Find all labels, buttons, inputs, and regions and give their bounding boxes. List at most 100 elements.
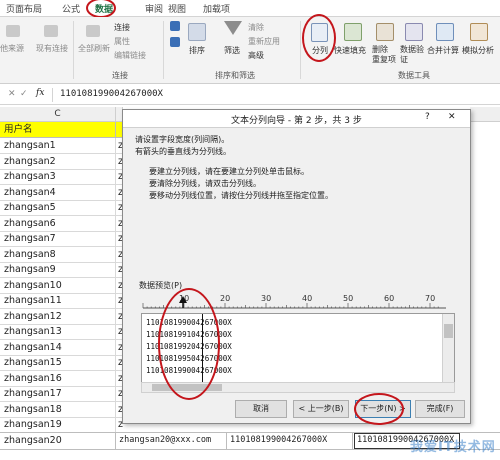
tab-data[interactable]: 数据 <box>95 2 113 15</box>
clear-button[interactable]: 清除 <box>248 22 264 33</box>
group-divider <box>73 21 74 79</box>
cell-email[interactable]: zhangsan20@xxx.com <box>119 433 211 448</box>
cell-username[interactable]: zhangsan17 <box>4 386 62 401</box>
table-row: zhangsan14 z <box>0 339 123 356</box>
scrollbar-thumb[interactable] <box>444 324 453 338</box>
cell-username[interactable]: zhangsan14 <box>4 340 62 355</box>
cell-username[interactable]: zhangsan19 <box>4 417 62 432</box>
cell-username[interactable]: zhangsan16 <box>4 371 62 386</box>
cancel-icon[interactable]: ✕ <box>8 89 16 99</box>
cell-username[interactable]: zhangsan6 <box>4 216 56 231</box>
cell-username[interactable]: zhangsan2 <box>4 154 56 169</box>
cell-border <box>115 433 116 449</box>
other-sources-icon <box>6 25 20 37</box>
cell-username[interactable]: zhangsan12 <box>4 309 62 324</box>
tab-page-layout[interactable]: 页面布局 <box>6 2 42 15</box>
column-header-c[interactable]: C <box>0 107 116 122</box>
header-cell-username[interactable]: 用户名 <box>0 122 116 138</box>
cell-username[interactable]: zhangsan7 <box>4 231 56 246</box>
cell-username[interactable]: zhangsan4 <box>4 185 56 200</box>
cell-username[interactable]: zhangsan5 <box>4 200 56 215</box>
text-to-columns-icon <box>311 23 328 42</box>
table-row: zhangsan11 z <box>0 293 123 309</box>
table-row: zhangsan2 z <box>0 153 123 170</box>
column-break-line[interactable] <box>202 314 203 382</box>
preview-line: 110108199504267000X <box>146 354 232 363</box>
cell-border <box>115 324 116 339</box>
cancel-button[interactable]: 取消 <box>235 400 287 418</box>
cell-border <box>115 277 116 293</box>
cell-border <box>352 433 353 449</box>
header-cell-text: 用户名 <box>4 124 33 135</box>
data-validation-icon <box>405 23 423 41</box>
consolidate-button[interactable]: 合并计算 <box>427 45 459 56</box>
back-button[interactable]: < 上一步(B) <box>293 400 349 418</box>
column-header-right[interactable] <box>470 107 500 122</box>
cell-id[interactable]: 110108199004267000X <box>230 433 327 448</box>
scrollbar-thumb[interactable] <box>152 384 222 391</box>
column-ruler[interactable]: 10203040506070 <box>141 293 451 311</box>
existing-connections-label[interactable]: 现有连接 <box>36 43 68 54</box>
cell-border <box>115 355 116 370</box>
remove-duplicates-icon <box>376 23 394 41</box>
text-to-columns-button[interactable]: 分列 <box>312 45 328 56</box>
cell-username[interactable]: zhangsan18 <box>4 402 62 417</box>
advanced-button[interactable]: 高级 <box>248 50 264 61</box>
what-if-analysis-button[interactable]: 模拟分析 <box>462 45 494 56</box>
next-button[interactable]: 下一步(N) > <box>355 400 411 418</box>
data-validation-button[interactable]: 数据验 证 <box>400 45 424 65</box>
preview-label: 数据预览(P) <box>139 281 183 290</box>
tip-create-break: 要建立分列线，请在要建立分列处单击鼠标。 <box>149 167 309 176</box>
cell-username[interactable]: zhangsan13 <box>4 324 62 339</box>
cell-border <box>115 401 116 417</box>
ruler-label: 60 <box>384 294 394 303</box>
cell-username[interactable]: zhangsan1 <box>4 138 56 153</box>
cell-username[interactable]: zhangsan9 <box>4 262 56 277</box>
flash-fill-button[interactable]: 快速填充 <box>334 45 366 56</box>
cell-border <box>115 215 116 231</box>
sort-button[interactable]: 排序 <box>189 45 205 56</box>
enter-icon[interactable]: ✓ <box>20 89 28 99</box>
preview-line: 110108199104267000X <box>146 330 232 339</box>
refresh-all-button[interactable]: 全部刷新 <box>78 43 110 54</box>
formula-input[interactable]: 110108199004267000X <box>60 89 163 99</box>
finish-button[interactable]: 完成(F) <box>415 400 465 418</box>
cell-username[interactable]: zhangsan3 <box>4 169 56 184</box>
close-icon[interactable]: ✕ <box>448 112 456 122</box>
table-row: zhangsan4 z <box>0 184 123 201</box>
table-row: zhangsan18 z <box>0 401 123 418</box>
filter-button[interactable]: 筛选 <box>224 45 240 56</box>
cell-username[interactable]: zhangsan15 <box>4 355 62 370</box>
tab-addins[interactable]: 加载项 <box>203 2 230 15</box>
other-sources-label[interactable]: 他来源 <box>0 43 24 54</box>
properties-button[interactable]: 属性 <box>114 36 130 47</box>
sort-az-icon[interactable] <box>170 21 180 31</box>
ruler-label: 70 <box>425 294 435 303</box>
cell-username[interactable]: zhangsan11 <box>4 293 62 308</box>
cell-username[interactable]: zhangsan10 <box>4 278 62 293</box>
text-import-wizard-dialog: 文本分列向导 - 第 2 步，共 3 步 ? ✕ 请设置字段宽度(列间隔)。 有… <box>122 109 471 424</box>
data-preview-box[interactable]: 110108199004267000X 110108199104267000X 11… <box>141 313 455 383</box>
sort-icon <box>188 23 206 41</box>
help-icon[interactable]: ? <box>425 112 430 122</box>
tab-review[interactable]: 审阅 <box>145 2 163 15</box>
remove-duplicates-button[interactable]: 删除 重复项 <box>372 45 396 65</box>
tab-view[interactable]: 视图 <box>168 2 186 15</box>
reapply-button[interactable]: 重新应用 <box>248 36 280 47</box>
sort-za-icon[interactable] <box>170 37 180 47</box>
cell-username[interactable]: zhangsan8 <box>4 247 56 262</box>
preview-vertical-scrollbar[interactable] <box>442 314 454 382</box>
edit-links-button[interactable]: 编辑链接 <box>114 50 146 61</box>
watermark-text: 我爱IT技术网 <box>410 440 496 455</box>
tab-formulas[interactable]: 公式 <box>62 2 80 15</box>
cell-border <box>115 370 116 386</box>
consolidate-icon <box>436 23 454 41</box>
cell-border <box>115 339 116 355</box>
cell-border <box>115 200 116 215</box>
cell-border <box>115 308 116 324</box>
connections-button[interactable]: 连接 <box>114 22 130 33</box>
function-icon[interactable]: fx <box>36 88 44 98</box>
preview-horizontal-scrollbar[interactable] <box>141 382 455 393</box>
table-row: zhangsan12 z <box>0 308 123 325</box>
cell-username[interactable]: zhangsan20 <box>4 433 62 448</box>
